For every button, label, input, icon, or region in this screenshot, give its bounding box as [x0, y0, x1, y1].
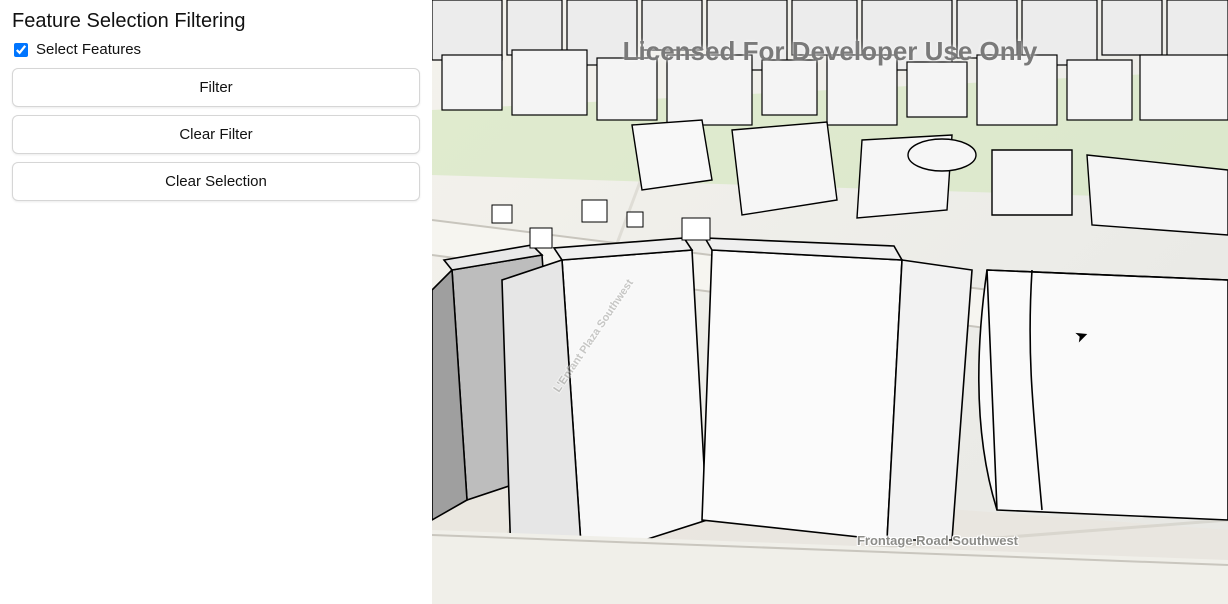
select-features-label[interactable]: Select Features [36, 41, 141, 58]
clear-selection-button[interactable]: Clear Selection [12, 162, 420, 201]
select-features-checkbox[interactable] [14, 43, 28, 57]
scene-svg [432, 0, 1228, 604]
select-features-row[interactable]: Select Features [12, 41, 420, 58]
panel-title: Feature Selection Filtering [12, 10, 420, 33]
map-3d-scene[interactable]: Licensed For Developer Use Only Frontage… [432, 0, 1228, 604]
sidebar-panel: Feature Selection Filtering Select Featu… [0, 0, 432, 604]
app-root: Feature Selection Filtering Select Featu… [0, 0, 1228, 604]
filter-button[interactable]: Filter [12, 68, 420, 107]
clear-filter-button[interactable]: Clear Filter [12, 115, 420, 154]
